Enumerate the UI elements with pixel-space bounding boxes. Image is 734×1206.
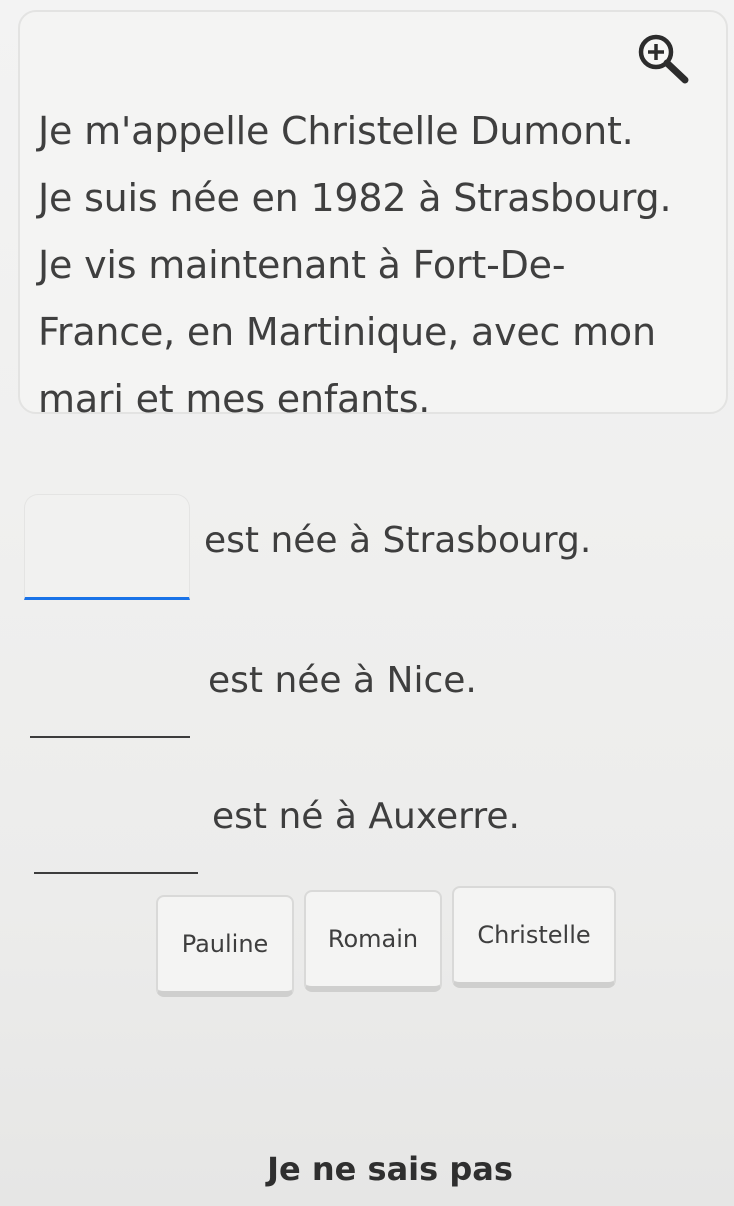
- answer-blank-2[interactable]: [30, 660, 190, 738]
- answer-blank-3[interactable]: [34, 798, 198, 874]
- sentence-text-2: est née à Nice.: [208, 660, 477, 701]
- word-chip-romain[interactable]: Romain: [304, 890, 442, 992]
- sentence-text-3: est né à Auxerre.: [212, 796, 520, 837]
- answer-blank-1[interactable]: [24, 494, 190, 600]
- dont-know-button[interactable]: Je ne sais pas: [240, 1150, 540, 1188]
- zoom-in-button[interactable]: [632, 30, 692, 90]
- word-chip-christelle[interactable]: Christelle: [452, 886, 616, 988]
- sentence-text-1: est née à Strasbourg.: [204, 520, 592, 561]
- passage-line: Je m'appelle Christelle Dumont.: [38, 109, 634, 153]
- passage-line: Je suis née en 1982 à Strasbourg.: [38, 176, 672, 220]
- passage-line: France, en Martinique, avec mon: [38, 310, 656, 354]
- passage-line: Je vis maintenant à Fort-De-: [38, 243, 566, 287]
- word-chip-pauline[interactable]: Pauline: [156, 895, 294, 997]
- passage-line: mari et mes enfants.: [38, 377, 431, 421]
- zoom-in-icon: [638, 34, 689, 84]
- passage-text: Je m'appelle Christelle Dumont. Je suis …: [38, 98, 710, 433]
